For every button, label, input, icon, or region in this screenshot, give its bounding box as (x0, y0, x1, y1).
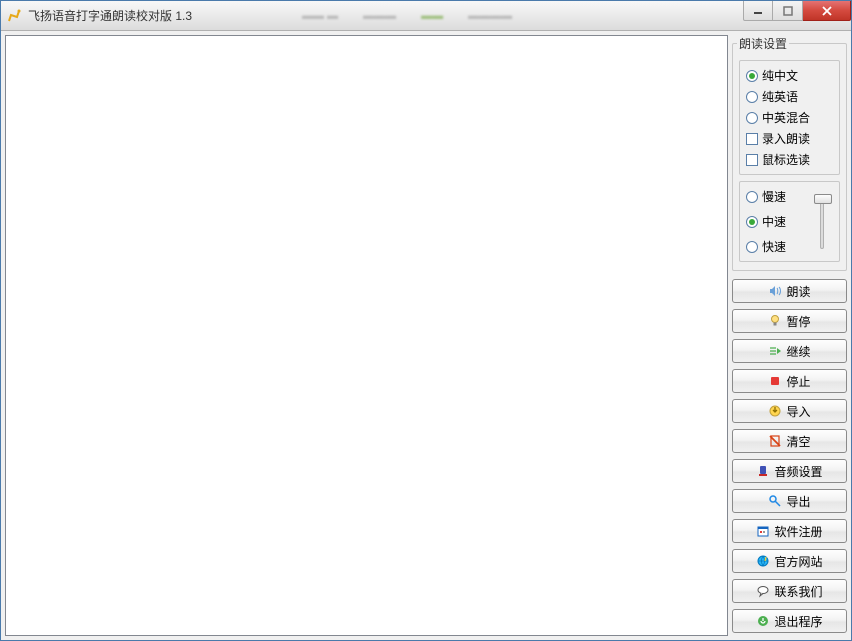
maximize-icon (783, 6, 793, 16)
opt-input-read-label: 录入朗读 (762, 130, 810, 147)
register-button[interactable]: 软件注册 (732, 519, 847, 543)
opt-mixed-label: 中英混合 (762, 109, 810, 126)
speed-options: 慢速 中速 快速 (739, 181, 840, 262)
bulb-icon (768, 314, 782, 328)
radio-icon (746, 91, 758, 103)
calendar-icon (756, 524, 770, 538)
app-window: 飞扬语音打字通朗读校对版 1.3 ▬▬ ▬▬▬▬▬▬▬▬▬▬ 朗读设置 (0, 0, 852, 641)
continue-button-label: 继续 (786, 343, 810, 360)
opt-slow-label: 慢速 (762, 188, 786, 205)
radio-icon (746, 241, 758, 253)
import-button[interactable]: 导入 (732, 399, 847, 423)
opt-english-label: 纯英语 (762, 88, 798, 105)
register-button-label: 软件注册 (774, 523, 822, 540)
contact-button[interactable]: 联系我们 (732, 579, 847, 603)
export-icon (768, 494, 782, 508)
opt-mid-label: 中速 (762, 213, 786, 230)
speaker-icon (768, 284, 782, 298)
opt-mixed[interactable]: 中英混合 (744, 109, 835, 126)
minimize-icon (753, 6, 763, 16)
titlebar[interactable]: 飞扬语音打字通朗读校对版 1.3 ▬▬ ▬▬▬▬▬▬▬▬▬▬ (1, 1, 851, 31)
exit-button-label: 退出程序 (774, 613, 822, 630)
import-icon (768, 404, 782, 418)
import-button-label: 导入 (786, 403, 810, 420)
text-editor-wrap (5, 35, 728, 636)
opt-fast[interactable]: 快速 (744, 238, 805, 255)
read-settings-legend: 朗读设置 (737, 35, 789, 52)
read-button-label: 朗读 (786, 283, 810, 300)
app-icon (7, 8, 23, 24)
stop-button-label: 停止 (786, 373, 810, 390)
client-area: 朗读设置 纯中文 纯英语 中英混合 (1, 31, 851, 640)
opt-chinese[interactable]: 纯中文 (744, 67, 835, 84)
clear-icon (768, 434, 782, 448)
opt-input-read[interactable]: 录入朗读 (744, 130, 835, 147)
export-button-label: 导出 (786, 493, 810, 510)
stop-icon (768, 374, 782, 388)
opt-slow[interactable]: 慢速 (744, 188, 805, 205)
exit-icon (756, 614, 770, 628)
opt-mouse-read-label: 鼠标选读 (762, 151, 810, 168)
speed-slider[interactable] (809, 188, 835, 255)
opt-fast-label: 快速 (762, 238, 786, 255)
slider-track (820, 195, 824, 249)
exit-button[interactable]: 退出程序 (732, 609, 847, 633)
titlebar-blur-area: ▬▬ ▬▬▬▬▬▬▬▬▬▬ (302, 10, 512, 22)
website-button[interactable]: 官方网站 (732, 549, 847, 573)
radio-icon (746, 70, 758, 82)
radio-icon (746, 216, 758, 228)
action-buttons: 朗读 暂停 继续 停止 导入 (732, 279, 847, 633)
sidebar: 朗读设置 纯中文 纯英语 中英混合 (732, 35, 847, 636)
main-textarea[interactable] (6, 36, 727, 635)
language-options: 纯中文 纯英语 中英混合 录入朗读 (739, 60, 840, 175)
radio-icon (746, 191, 758, 203)
globe-icon (756, 554, 770, 568)
export-button[interactable]: 导出 (732, 489, 847, 513)
opt-english[interactable]: 纯英语 (744, 88, 835, 105)
pause-button[interactable]: 暂停 (732, 309, 847, 333)
window-controls (743, 1, 851, 21)
audio-icon (756, 464, 770, 478)
clear-button[interactable]: 清空 (732, 429, 847, 453)
maximize-button[interactable] (773, 1, 803, 21)
audio-settings-button-label: 音频设置 (774, 463, 822, 480)
website-button-label: 官方网站 (774, 553, 822, 570)
read-button[interactable]: 朗读 (732, 279, 847, 303)
stop-button[interactable]: 停止 (732, 369, 847, 393)
minimize-button[interactable] (743, 1, 773, 21)
chat-icon (756, 584, 770, 598)
contact-button-label: 联系我们 (774, 583, 822, 600)
read-settings-group: 朗读设置 纯中文 纯英语 中英混合 (732, 35, 847, 271)
arrow-right-icon (768, 344, 782, 358)
checkbox-icon (746, 154, 758, 166)
close-icon (821, 5, 833, 17)
checkbox-icon (746, 133, 758, 145)
audio-settings-button[interactable]: 音频设置 (732, 459, 847, 483)
radio-icon (746, 112, 758, 124)
slider-thumb[interactable] (814, 194, 832, 204)
opt-mouse-read[interactable]: 鼠标选读 (744, 151, 835, 168)
clear-button-label: 清空 (786, 433, 810, 450)
opt-chinese-label: 纯中文 (762, 67, 798, 84)
window-title: 飞扬语音打字通朗读校对版 1.3 (28, 7, 192, 24)
pause-button-label: 暂停 (786, 313, 810, 330)
opt-mid[interactable]: 中速 (744, 213, 805, 230)
continue-button[interactable]: 继续 (732, 339, 847, 363)
close-button[interactable] (803, 1, 851, 21)
